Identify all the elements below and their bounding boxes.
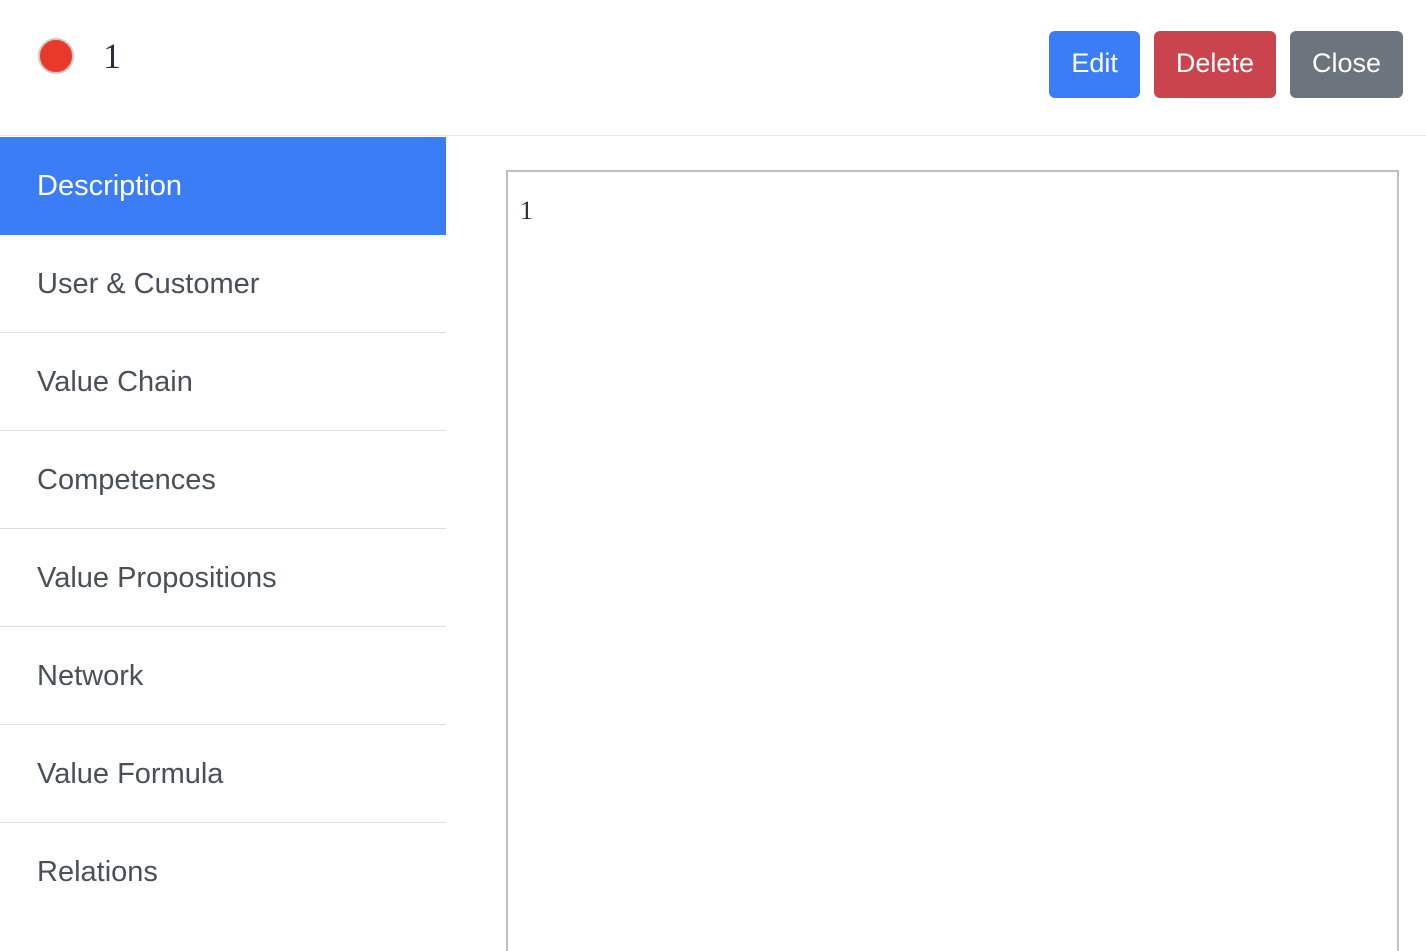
sidebar-item-label: Value Chain <box>37 365 193 398</box>
description-content-panel[interactable]: 1 <box>506 170 1399 951</box>
sidebar-item-label: Description <box>37 169 183 202</box>
sidebar-item-label: Value Propositions <box>37 561 277 594</box>
delete-button[interactable]: Delete <box>1153 31 1276 98</box>
sidebar-item-label: Relations <box>37 855 158 888</box>
sidebar-item-description[interactable]: Description <box>0 137 446 235</box>
sidebar-item-network[interactable]: Network <box>0 627 446 725</box>
body-area: Description User & Customer Value Chain … <box>0 137 1426 951</box>
header-actions: Edit Delete Close <box>1049 31 1403 98</box>
sidebar-nav: Description User & Customer Value Chain … <box>0 137 446 921</box>
sidebar-item-label: User & Customer <box>37 267 260 300</box>
sidebar-item-label: Competences <box>37 463 216 496</box>
description-text: 1 <box>520 196 533 225</box>
edit-button[interactable]: Edit <box>1049 31 1140 98</box>
header-bar: 1 Edit Delete Close <box>0 0 1426 136</box>
sidebar-item-value-propositions[interactable]: Value Propositions <box>0 529 446 627</box>
header-title-group: 1 <box>38 38 121 74</box>
sidebar-item-value-formula[interactable]: Value Formula <box>0 725 446 823</box>
close-button[interactable]: Close <box>1289 31 1403 98</box>
sidebar-item-competences[interactable]: Competences <box>0 431 446 529</box>
sidebar-item-value-chain[interactable]: Value Chain <box>0 333 446 431</box>
sidebar-item-user-customer[interactable]: User & Customer <box>0 235 446 333</box>
sidebar-item-label: Value Formula <box>37 757 224 790</box>
circle-icon <box>38 38 74 74</box>
page-title: 1 <box>103 36 121 76</box>
sidebar-item-relations[interactable]: Relations <box>0 823 446 921</box>
sidebar-item-label: Network <box>37 659 144 692</box>
detail-view: 1 Edit Delete Close Description User & C… <box>0 0 1426 951</box>
